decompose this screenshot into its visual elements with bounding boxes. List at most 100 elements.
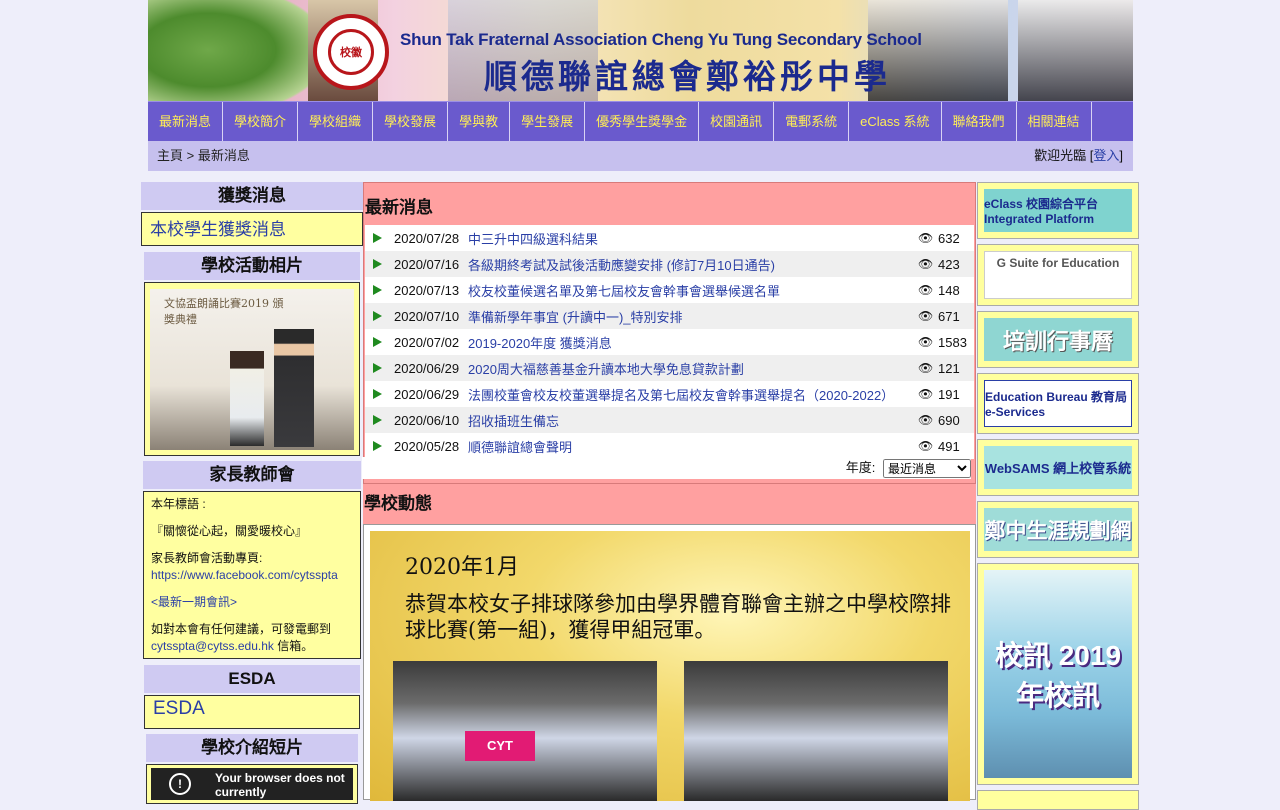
photos-title: 學校活動相片 xyxy=(144,252,360,280)
quicklink-edb[interactable]: Education Bureau 教育局 e-Services xyxy=(977,373,1139,434)
eye-icon: 👁 xyxy=(918,413,934,427)
pta-email-link[interactable]: cytsspta@cytss.edu.hk xyxy=(151,639,274,653)
quicklink-career-planning[interactable]: 鄭中生涯規劃網 xyxy=(977,501,1139,558)
news-date: 2020/07/02 xyxy=(394,334,460,350)
pta-newsletter-link[interactable]: <最新一期會訊> xyxy=(151,594,353,611)
quicklink-more[interactable] xyxy=(977,790,1139,810)
awards-title: 獲獎消息 xyxy=(141,182,363,210)
nav-item-links[interactable]: 相關連結 xyxy=(1017,102,1092,142)
eye-icon: 👁 xyxy=(918,257,934,271)
bullet-arrow-icon xyxy=(373,441,382,451)
breadcrumb-home[interactable]: 主頁 xyxy=(157,148,183,163)
pta-contact-text: 如對本會有任何建議，可發電郵到 xyxy=(151,622,332,636)
news-title-link[interactable]: 2020周大福慈善基金升讀本地大學免息貸款計劃 xyxy=(468,359,918,378)
news-date: 2020/07/16 xyxy=(394,256,460,272)
alert-icon: ! xyxy=(169,773,191,795)
nav-item-email[interactable]: 電郵系統 xyxy=(774,102,850,142)
news-title-link[interactable]: 準備新學年事宜 (升讀中一)_特別安排 xyxy=(468,307,918,326)
welcome-text: 歡迎光臨 xyxy=(1034,148,1087,163)
view-count: 121 xyxy=(938,360,960,376)
news-title-link[interactable]: 2019-2020年度 獲獎消息 xyxy=(468,333,918,352)
pta-facebook-link[interactable]: https://www.facebook.com/cytsspta xyxy=(151,567,353,584)
view-count: 423 xyxy=(938,256,960,272)
news-date: 2020/06/10 xyxy=(394,412,460,428)
news-row: 2020/07/16 各級期終考試及試後活動應變安排 (修訂7月10日通告) 👁 42… xyxy=(365,251,974,277)
news-title-link[interactable]: 法團校董會校友校董選舉提名及第七屆校友會幹事選舉提名（2020-2022） xyxy=(468,385,918,404)
year-label: 年度: xyxy=(845,460,876,475)
dynamics-panel: 2020年1月 恭賀本校女子排球隊參加由學界體育聯會主辦之中學校際排球比賽(第一… xyxy=(363,524,976,801)
nav-item-news[interactable]: 最新消息 xyxy=(148,102,224,142)
news-date: 2020/05/28 xyxy=(394,438,460,454)
news-row: 2020/05/28 順德聯誼總會聲明 👁 491 xyxy=(365,433,974,459)
eye-icon: 👁 xyxy=(918,439,934,453)
news-date: 2020/06/29 xyxy=(394,360,460,376)
news-title-link[interactable]: 中三升中四級選科結果 xyxy=(468,229,918,248)
pta-slogan: 『關懷從心起，關愛暖校心』 xyxy=(151,524,308,538)
breadcrumb-current: 最新消息 xyxy=(197,148,250,163)
banner-photo xyxy=(1018,0,1133,101)
quicklink-websams[interactable]: WebSAMS 網上校管系統 xyxy=(977,439,1139,496)
training-calendar-banner: 培訓行事曆 xyxy=(984,318,1132,361)
video-unsupported-notice: ! Your browser does not currently xyxy=(151,768,353,800)
quicklink-training-calendar[interactable]: 培訓行事曆 xyxy=(977,311,1139,368)
nav-item-eclass[interactable]: eClass 系統 xyxy=(849,102,942,142)
news-row: 2020/06/10 招收插班生備忘 👁 690 xyxy=(365,407,974,433)
login-link[interactable]: 登入 xyxy=(1093,148,1119,163)
esda-box: ESDA xyxy=(144,695,360,729)
nav-item-scholarship[interactable]: 優秀學生獎學金 xyxy=(585,102,700,142)
news-title-link[interactable]: 招收插班生備忘 xyxy=(468,411,918,430)
dynamics-title: 學校動態 xyxy=(363,484,976,524)
newsletter-2019-cover: 校訊 2019年校訊 xyxy=(984,570,1132,778)
nav-item-development[interactable]: 學校發展 xyxy=(373,102,449,142)
photo-caption: 文協盃朗誦比賽2019 頒獎典禮 xyxy=(164,297,284,326)
awards-box: 本校學生獲獎消息 xyxy=(141,212,363,246)
volleyball-poster[interactable]: 2020年1月 恭賀本校女子排球隊參加由學界體育聯會主辦之中學校際排球比賽(第一… xyxy=(370,531,970,801)
bullet-arrow-icon xyxy=(373,233,382,243)
video-unsupported-text: Your browser does not currently xyxy=(215,771,345,799)
bullet-arrow-icon xyxy=(373,285,382,295)
awards-link[interactable]: 本校學生獲獎消息 xyxy=(142,213,362,242)
school-name-zh: 順德聯誼總會鄭裕彤中學 xyxy=(484,58,891,95)
pta-page-label: 家長教師會活動專頁: xyxy=(151,551,263,565)
poster-text: 恭賀本校女子排球隊參加由學界體育聯會主辦之中學校際排球比賽(第一組)，獲得甲組冠… xyxy=(405,592,951,642)
welcome-area: 歡迎光臨 [登入] xyxy=(1034,148,1123,163)
eye-icon: 👁 xyxy=(918,309,934,323)
view-count: 690 xyxy=(938,412,960,428)
team-banner: CYT xyxy=(465,731,535,761)
bullet-arrow-icon xyxy=(373,415,382,425)
news-title-link[interactable]: 校友校董候選名單及第七屆校友會幹事會選舉候選名單 xyxy=(468,281,918,300)
poster-date: 2020年1月 xyxy=(405,555,519,580)
pta-title: 家長教師會 xyxy=(143,461,361,489)
pta-contact: 如對本會有任何建議，可發電郵到 cytsspta@cytss.edu.hk 信箱… xyxy=(151,621,353,655)
nav-item-contact[interactable]: 聯絡我們 xyxy=(942,102,1017,142)
quicklink-gsuite[interactable]: G Suite for Education xyxy=(977,244,1139,306)
news-row: 2020/07/10 準備新學年事宜 (升讀中一)_特別安排 👁 671 xyxy=(365,303,974,329)
nav-item-learning[interactable]: 學與教 xyxy=(448,102,511,142)
photos-box: 文協盃朗誦比賽2019 頒獎典禮 xyxy=(144,282,360,456)
news-date: 2020/06/29 xyxy=(394,386,460,402)
pta-box: 本年標語 : 『關懷從心起，關愛暖校心』 家長教師會活動專頁: https://… xyxy=(143,491,361,659)
view-count: 1583 xyxy=(938,334,967,350)
quicklink-newsletter-2019[interactable]: 校訊 2019年校訊 xyxy=(977,563,1139,785)
bullet-arrow-icon xyxy=(373,337,382,347)
bullet-arrow-icon xyxy=(373,311,382,321)
video-title: 學校介紹短片 xyxy=(146,734,358,762)
esda-link[interactable]: ESDA xyxy=(145,696,359,722)
quicklink-eclass[interactable]: eClass 校園綜合平台 Integrated Platform xyxy=(977,182,1139,239)
nav-item-organization[interactable]: 學校組織 xyxy=(298,102,374,142)
news-row: 2020/06/29 法團校董會校友校董選舉提名及第七屆校友會幹事選舉提名（202… xyxy=(365,381,974,407)
nav-item-about[interactable]: 學校簡介 xyxy=(223,102,299,142)
activity-photo[interactable]: 文協盃朗誦比賽2019 頒獎典禮 xyxy=(150,289,354,450)
team-photo-2 xyxy=(684,661,948,801)
websams-logo: WebSAMS 網上校管系統 xyxy=(984,446,1132,489)
news-title-link[interactable]: 順德聯誼總會聲明 xyxy=(468,437,918,456)
nav-item-newsletter[interactable]: 校園通訊 xyxy=(699,102,775,142)
news-title-link[interactable]: 各級期終考試及試後活動應變安排 (修訂7月10日通告) xyxy=(468,255,918,274)
news-row: 2020/07/13 校友校董候選名單及第七屆校友會幹事會選舉候選名單 👁 148 xyxy=(365,277,974,303)
nav-item-student-development[interactable]: 學生發展 xyxy=(510,102,586,142)
year-select[interactable]: 最近消息 xyxy=(883,459,971,479)
news-date: 2020/07/28 xyxy=(394,230,460,246)
breadcrumb-bar: 主頁 > 最新消息 歡迎光臨 [登入] xyxy=(148,141,1133,171)
news-date: 2020/07/13 xyxy=(394,282,460,298)
news-row: 2020/07/28 中三升中四級選科結果 👁 632 xyxy=(365,225,974,251)
